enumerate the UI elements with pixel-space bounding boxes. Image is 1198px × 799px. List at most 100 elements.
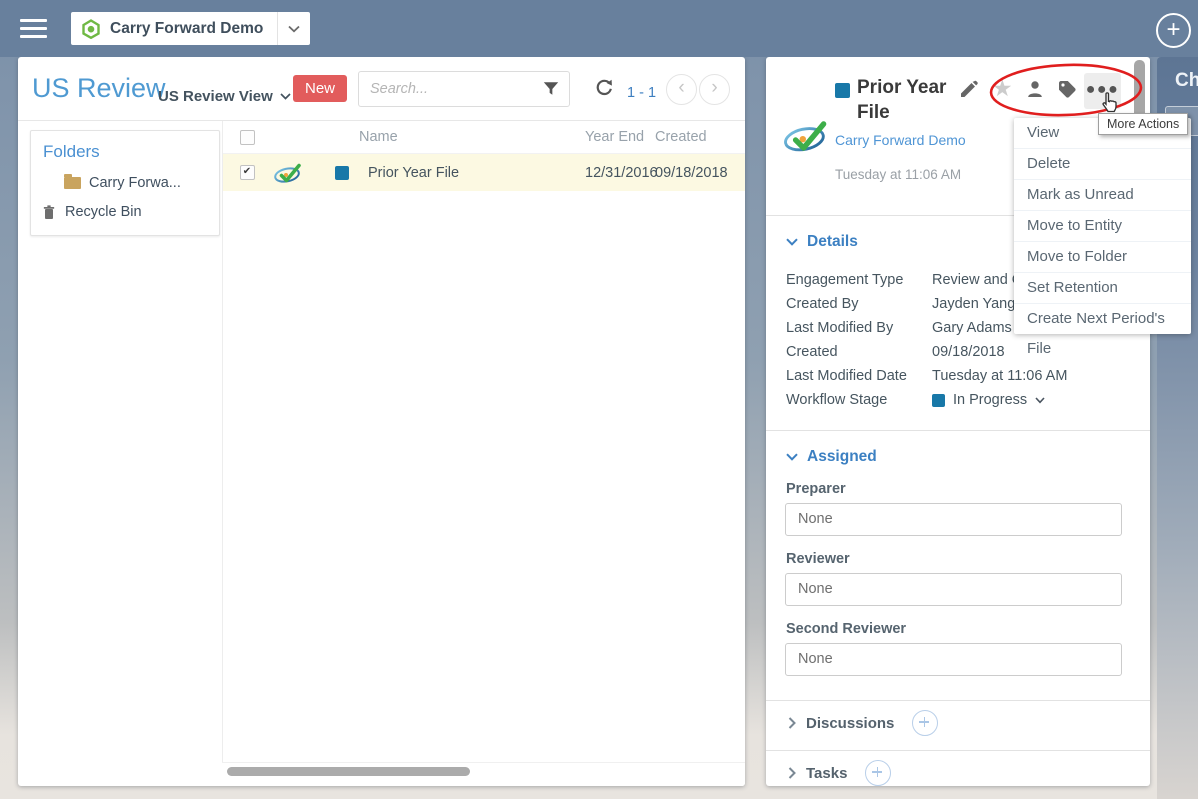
- detail-title: Prior Year File: [857, 75, 973, 125]
- workflow-stage-selector[interactable]: In Progress: [932, 392, 1130, 408]
- topbar: Carry Forward Demo +: [0, 0, 1198, 57]
- new-button[interactable]: New: [293, 75, 347, 102]
- chevron-down-icon: [1035, 397, 1045, 404]
- filter-icon[interactable]: [542, 80, 560, 97]
- field-label: Created By: [786, 296, 932, 312]
- folder-label: Carry Forwa...: [89, 175, 181, 191]
- folders-heading: Folders: [43, 142, 219, 162]
- detail-field-row: Workflow Stage In Progress: [786, 388, 1130, 412]
- hamburger-menu-button[interactable]: [20, 19, 47, 38]
- menu-item-set-retention[interactable]: Set Retention: [1014, 273, 1191, 304]
- next-page-button[interactable]: ›: [699, 74, 730, 105]
- more-actions-menu: View Delete Mark as Unread Move to Entit…: [1014, 118, 1191, 334]
- view-selector[interactable]: US Review View: [158, 88, 291, 105]
- assigned-heading: Assigned: [807, 448, 877, 466]
- preparer-label: Preparer: [786, 481, 846, 497]
- edit-icon[interactable]: [959, 79, 979, 99]
- field-label: Last Modified Date: [786, 368, 932, 384]
- entity-link[interactable]: Carry Forward Demo: [835, 132, 966, 148]
- detail-field-row: Created 09/18/2018: [786, 340, 1130, 364]
- file-list-panel: US Review US Review View New 1 - 1 ‹ › F…: [18, 57, 745, 786]
- pagination-label: 1 - 1: [627, 85, 656, 101]
- assigned-section-header[interactable]: Assigned: [786, 448, 877, 466]
- discussions-section-header[interactable]: Discussions: [788, 710, 938, 736]
- folder-icon: [64, 177, 81, 189]
- more-actions-tooltip: More Actions: [1098, 113, 1188, 135]
- field-label: Engagement Type: [786, 272, 932, 288]
- search-input[interactable]: [359, 72, 542, 106]
- recycle-bin-item[interactable]: Recycle Bin: [31, 204, 219, 220]
- horizontal-scrollbar: [222, 762, 745, 786]
- preparer-select[interactable]: None: [785, 503, 1122, 536]
- folder-item[interactable]: Carry Forwa...: [31, 175, 219, 191]
- modified-timestamp: Tuesday at 11:06 AM: [835, 167, 961, 182]
- select-all-checkbox[interactable]: [240, 130, 255, 145]
- reviewer-select[interactable]: None: [785, 573, 1122, 606]
- create-new-button[interactable]: +: [1156, 13, 1191, 48]
- created-value: 09/18/2018: [655, 165, 745, 181]
- side-panel-title: Ch: [1175, 70, 1198, 92]
- second-reviewer-label: Second Reviewer: [786, 621, 906, 637]
- detail-status-square: [835, 83, 850, 98]
- menu-item-move-to-entity[interactable]: Move to Entity: [1014, 211, 1191, 242]
- product-logo-icon: [273, 161, 303, 185]
- view-selector-label: US Review View: [158, 88, 273, 105]
- divider: [766, 430, 1150, 431]
- file-name: Prior Year File: [368, 165, 459, 181]
- column-header-name[interactable]: Name: [311, 129, 585, 145]
- chevron-right-icon: [788, 717, 796, 729]
- chevron-down-icon: [280, 93, 291, 100]
- details-section-header[interactable]: Details: [786, 233, 858, 251]
- workflow-status-square: [932, 394, 945, 407]
- files-table: Name Year End Created ✔: [222, 121, 745, 786]
- table-row[interactable]: ✔ Prior Year File 12/31/2016: [223, 154, 745, 191]
- add-discussion-button[interactable]: [912, 710, 938, 736]
- workflow-stage-value: In Progress: [953, 392, 1027, 408]
- field-label: Created: [786, 344, 932, 360]
- second-reviewer-select[interactable]: None: [785, 643, 1122, 676]
- tag-icon[interactable]: [1057, 79, 1077, 99]
- horizontal-scrollbar-thumb[interactable]: [227, 767, 470, 776]
- entity-name: Carry Forward Demo: [110, 20, 263, 38]
- field-label: Last Modified By: [786, 320, 932, 336]
- refresh-button[interactable]: [594, 78, 614, 98]
- favorite-star-icon[interactable]: ★: [992, 75, 1013, 102]
- app-window: Ch Se Carry Forward Demo + US Review US …: [0, 0, 1198, 799]
- entity-hexagon-icon: [81, 19, 101, 39]
- chevron-down-icon: [278, 25, 310, 33]
- column-header-created[interactable]: Created: [655, 129, 745, 145]
- assign-person-icon[interactable]: [1025, 79, 1045, 99]
- page-title: US Review: [32, 73, 166, 104]
- detail-field-row: Last Modified Date Tuesday at 11:06 AM: [786, 364, 1130, 388]
- menu-item-delete[interactable]: Delete: [1014, 149, 1191, 180]
- recycle-bin-label: Recycle Bin: [65, 204, 142, 220]
- chevron-down-icon: [786, 238, 798, 246]
- menu-item-mark-as-unread[interactable]: Mark as Unread: [1014, 180, 1191, 211]
- ellipsis-icon: ●●●: [1086, 81, 1120, 98]
- field-value: Tuesday at 11:06 AM: [932, 368, 1130, 384]
- reviewer-label: Reviewer: [786, 551, 850, 567]
- discussions-label: Discussions: [806, 715, 894, 732]
- chevron-down-icon: [786, 453, 798, 461]
- more-actions-button[interactable]: ●●●: [1084, 73, 1121, 109]
- search-box: [358, 71, 570, 107]
- product-logo: [782, 116, 830, 156]
- column-header-year-end[interactable]: Year End: [585, 129, 655, 145]
- year-end-value: 12/31/2016: [585, 165, 655, 181]
- tasks-section-header[interactable]: Tasks: [788, 760, 891, 786]
- chevron-right-icon: [788, 767, 796, 779]
- prev-page-button[interactable]: ‹: [666, 74, 697, 105]
- menu-item-move-to-folder[interactable]: Move to Folder: [1014, 242, 1191, 273]
- menu-item-create-next-periods-file[interactable]: Create Next Period's File: [1014, 304, 1191, 334]
- folders-card: Folders Carry Forwa... Recycle Bin: [30, 130, 220, 236]
- divider: [766, 700, 1150, 701]
- tasks-label: Tasks: [806, 765, 847, 782]
- divider: [766, 750, 1150, 751]
- entity-selector[interactable]: Carry Forward Demo: [71, 12, 310, 45]
- file-status-square: [335, 166, 349, 180]
- add-task-button[interactable]: [865, 760, 891, 786]
- table-header-row: Name Year End Created: [223, 121, 745, 154]
- field-label: Workflow Stage: [786, 392, 932, 408]
- row-checkbox[interactable]: ✔: [240, 165, 255, 180]
- trash-icon: [41, 204, 57, 220]
